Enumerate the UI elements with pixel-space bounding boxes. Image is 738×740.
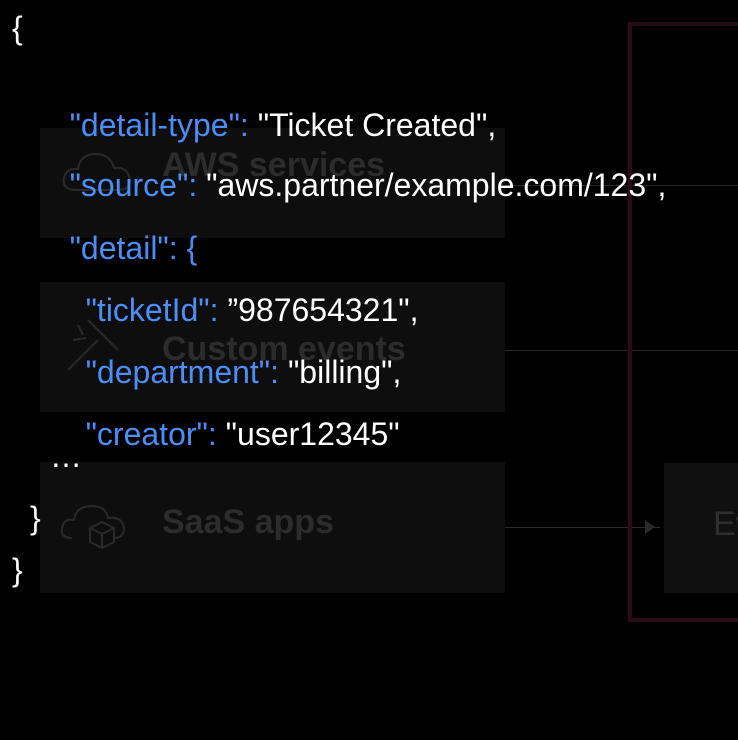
open-brace: { <box>12 10 23 46</box>
code-line-ticket-id: "ticketId": ”987654321", <box>50 250 419 328</box>
json-value: "aws.partner/example.com/123", <box>197 167 667 203</box>
code-line-department: "department": "billing", <box>50 312 402 390</box>
json-code-block: { "detail-type": "Ticket Created", "sour… <box>0 0 666 740</box>
saas-apps-label: SaaS apps <box>162 503 334 541</box>
cloud-box-icon <box>60 504 126 550</box>
code-line-detail-type: "detail-type": "Ticket Created", <box>34 65 497 143</box>
json-key: "creator": <box>85 416 217 452</box>
close-brace: } <box>12 552 23 588</box>
code-line-detail: "detail": { <box>34 188 198 266</box>
ellipsis: … <box>50 438 82 474</box>
detail-close-brace: } <box>30 500 41 536</box>
code-line-creator: "creator": "user12345" <box>50 374 400 452</box>
code-line-source: "source": "aws.partner/example.com/123", <box>34 125 667 203</box>
json-value: "user12345" <box>216 416 400 452</box>
event-bus-label: Ev <box>713 505 738 543</box>
